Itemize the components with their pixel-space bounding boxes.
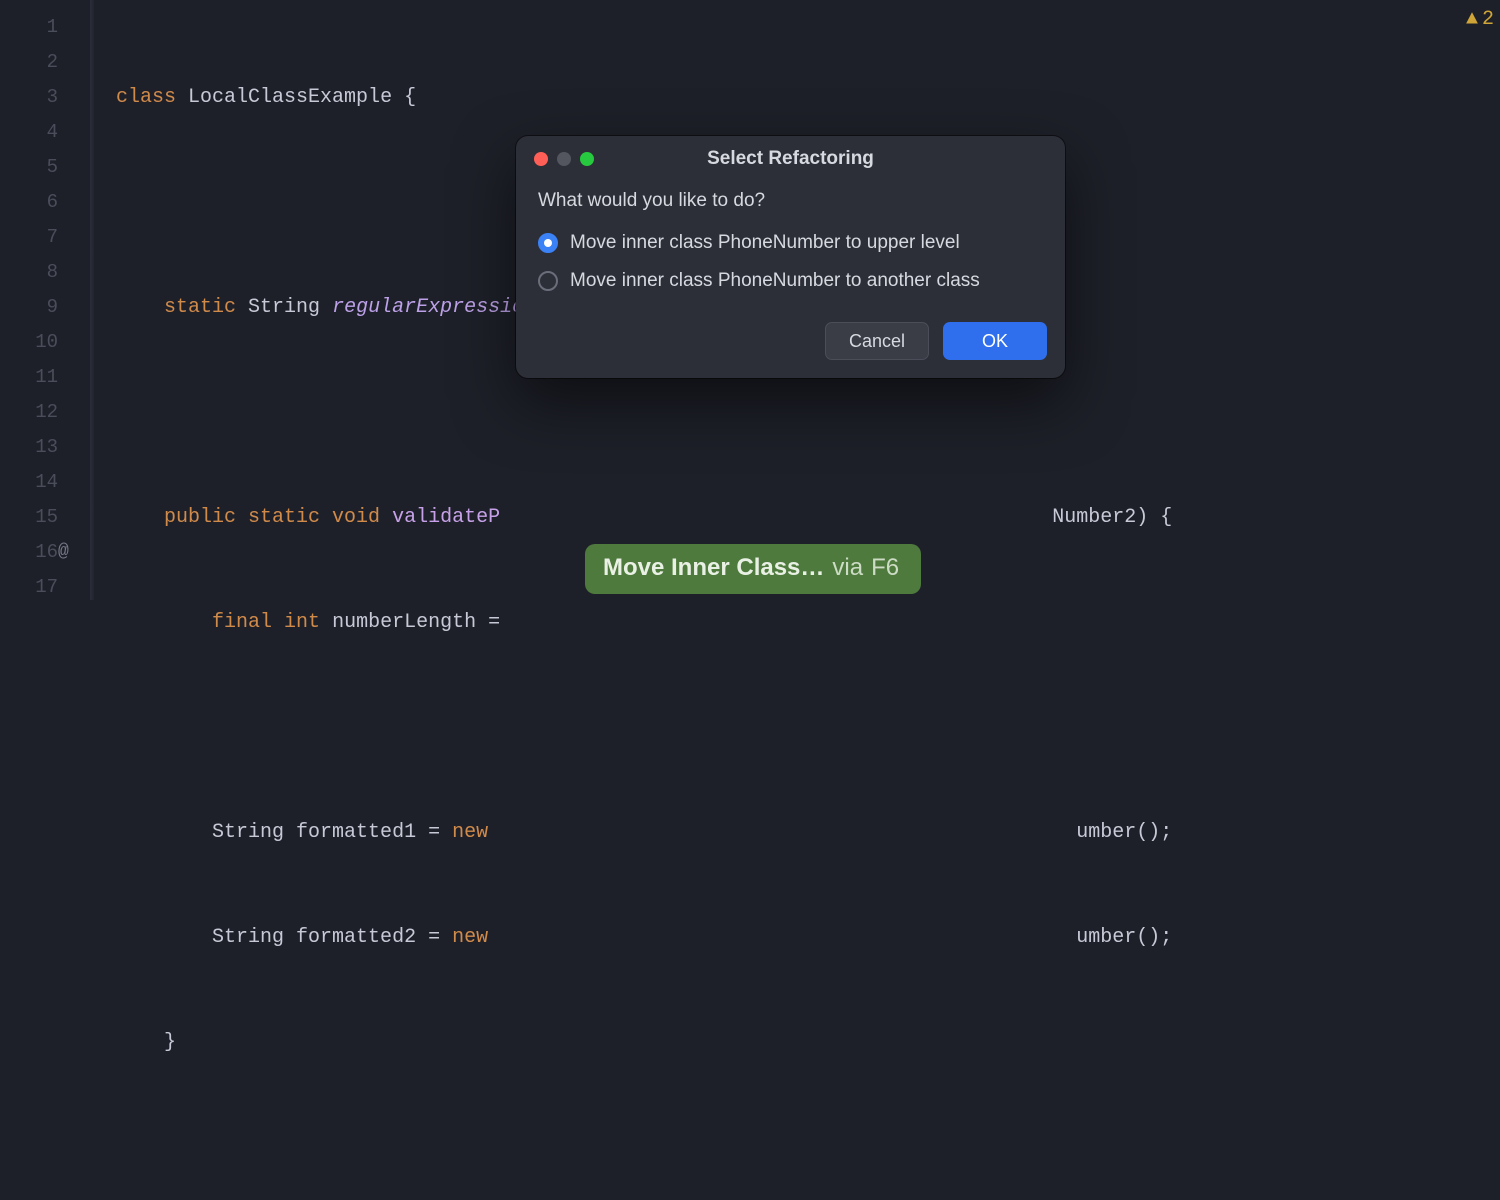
radio-option-another-class[interactable]: Move inner class PhoneNumber to another …: [538, 262, 1043, 300]
code-line: [116, 710, 1500, 745]
line-number: 12: [0, 395, 90, 430]
select-refactoring-dialog: Select Refactoring What would you like t…: [516, 136, 1065, 378]
line-number: 14: [0, 465, 90, 500]
line-number: 9: [0, 290, 90, 325]
dialog-title: Select Refactoring: [516, 148, 1065, 170]
toast-shortcut: F6: [871, 554, 899, 582]
warning-icon: ▲: [1466, 8, 1478, 31]
ok-button[interactable]: OK: [943, 322, 1047, 360]
warning-count: 2: [1482, 8, 1494, 31]
line-number: 10: [0, 325, 90, 360]
dialog-buttons: Cancel OK: [516, 318, 1065, 378]
radio-icon: [538, 271, 558, 291]
line-number: 11: [0, 360, 90, 395]
cancel-button[interactable]: Cancel: [825, 322, 929, 360]
code-line: class LocalClassExample {: [116, 80, 1500, 115]
dialog-body: What would you like to do? Move inner cl…: [516, 182, 1065, 318]
line-number-gutter: 1 2 3 4 5 6 7 8 9 10 11 12 13 14 15 16 1…: [0, 0, 90, 600]
code-line: String formatted2 = newXXXXXXXXXXXXXXXXX…: [116, 920, 1500, 955]
line-number: 3: [0, 80, 90, 115]
code-line: String formatted1 = newXXXXXXXXXXXXXXXXX…: [116, 815, 1500, 850]
line-number: 6: [0, 185, 90, 220]
radio-label: Move inner class PhoneNumber to upper le…: [570, 232, 960, 254]
override-gutter-icon[interactable]: @: [58, 535, 69, 570]
line-number: 8: [0, 255, 90, 290]
line-number: 5: [0, 150, 90, 185]
code-line: final int numberLength =: [116, 605, 1500, 640]
dialog-prompt: What would you like to do?: [538, 190, 1043, 212]
line-number: 7: [0, 220, 90, 255]
line-number: 2: [0, 45, 90, 80]
action-hint-toast: Move Inner Class… via F6: [585, 544, 921, 594]
toast-action: Move Inner Class…: [603, 554, 824, 582]
code-line: [116, 1130, 1500, 1165]
radio-option-upper-level[interactable]: Move inner class PhoneNumber to upper le…: [538, 224, 1043, 262]
toast-via: via: [832, 554, 863, 582]
warnings-indicator[interactable]: ▲2: [1466, 8, 1494, 31]
radio-label: Move inner class PhoneNumber to another …: [570, 270, 980, 292]
radio-icon: [538, 233, 558, 253]
dialog-titlebar[interactable]: Select Refactoring: [516, 136, 1065, 182]
code-line: public static void validatePXXXXXXXXXXXX…: [116, 500, 1500, 535]
code-line: }: [116, 1025, 1500, 1060]
line-number: 15: [0, 500, 90, 535]
line-number: 4: [0, 115, 90, 150]
code-line: [116, 395, 1500, 430]
line-number: 13: [0, 430, 90, 465]
line-number: 1: [0, 10, 90, 45]
line-number: 16: [0, 535, 90, 570]
